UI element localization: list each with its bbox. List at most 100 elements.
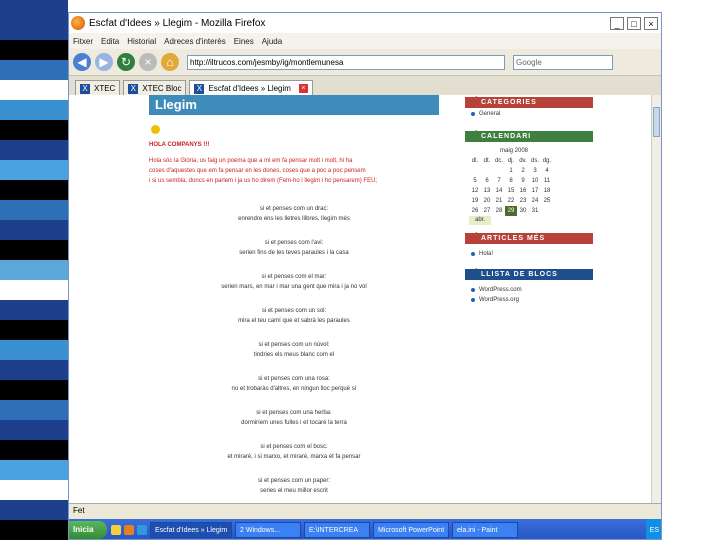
calendar-day[interactable]: 6 xyxy=(481,176,493,186)
scrollbar-thumb[interactable] xyxy=(653,107,660,137)
taskbar-item-powerpoint[interactable]: Microsoft PowerPoint xyxy=(373,522,449,538)
calendar-day[interactable]: 14 xyxy=(493,186,505,196)
calendar-day[interactable]: 3 xyxy=(529,166,541,176)
slide-decoration-block xyxy=(0,80,68,100)
slide-decoration-block xyxy=(0,60,68,80)
calendar-day[interactable]: 30 xyxy=(517,206,529,216)
slide-decoration-block xyxy=(0,500,68,520)
tab-xtec[interactable]: X XTEC xyxy=(75,80,121,96)
start-button[interactable]: Inicia xyxy=(69,521,107,539)
taskbar: Inicia Escfat d'Idees » Llegim 2 Windows… xyxy=(69,519,661,539)
post-area: Llegim HOLA COMPANYS !!! Hola sóc la Gló… xyxy=(149,95,439,503)
quick-launch-icon[interactable] xyxy=(124,525,134,535)
back-arrow-icon[interactable]: ◀ xyxy=(73,53,91,71)
navigation-toolbar: ◀ ▶ ↻ × ⌂ http://iltrucos.com/jesmby/ig/… xyxy=(69,49,661,76)
calendar-day[interactable]: 19 xyxy=(469,196,481,206)
calendar-day[interactable]: 10 xyxy=(529,176,541,186)
calendar-day[interactable]: 12 xyxy=(469,186,481,196)
menu-edit[interactable]: Edita xyxy=(101,37,119,46)
close-button[interactable]: × xyxy=(644,16,658,30)
calendar-day[interactable]: 11 xyxy=(541,176,553,186)
calendar-day[interactable]: 15 xyxy=(505,186,517,196)
category-general[interactable]: General xyxy=(465,109,593,119)
url-bar[interactable]: http://iltrucos.com/jesmby/ig/montlemune… xyxy=(187,54,505,70)
menu-tools[interactable]: Eines xyxy=(234,37,254,46)
poem-line: tindries els meus blanc com el xyxy=(253,352,335,358)
slide-decoration-block xyxy=(0,180,68,200)
quick-launch-icon[interactable] xyxy=(137,525,147,535)
system-tray: ES xyxy=(645,519,661,539)
calendar-week: 26 27 28 29 30 31 xyxy=(469,206,593,216)
sidebar: CATEGORIES General CALENDARI maig 2008 d… xyxy=(465,95,593,503)
search-placeholder: Google xyxy=(516,57,542,67)
window-title: Escfat d'Idees » Llegim - Mozilla Firefo… xyxy=(89,17,266,29)
forward-arrow-icon[interactable]: ▶ xyxy=(95,53,113,71)
calendar-day[interactable]: 28 xyxy=(493,206,505,216)
slide-decoration-block xyxy=(0,440,68,460)
slide-decoration-block xyxy=(0,480,68,500)
calendar-prev-link[interactable]: abr. xyxy=(469,216,492,225)
reload-icon[interactable]: ↻ xyxy=(117,53,135,71)
poem-line: si et penses com un núvol: xyxy=(258,342,330,348)
calendar-week: 19 20 21 22 23 24 25 xyxy=(469,196,593,206)
tab-llegim[interactable]: X Escfat d'Idees » Llegim × xyxy=(189,80,313,96)
quick-launch-icon[interactable] xyxy=(111,525,121,535)
menu-help[interactable]: Ajuda xyxy=(262,37,282,46)
blog-link-wordpress-com[interactable]: WordPress.com xyxy=(465,285,593,295)
xtec-icon: X xyxy=(80,83,90,94)
minimize-button[interactable]: _ xyxy=(610,16,624,30)
menu-history[interactable]: Historial xyxy=(127,37,156,46)
article-hola[interactable]: Hola! xyxy=(465,249,593,259)
calendar-day[interactable]: 26 xyxy=(469,206,481,216)
close-tab-icon[interactable]: × xyxy=(298,84,308,93)
calendar-day[interactable]: 21 xyxy=(493,196,505,206)
calendar-day[interactable]: 9 xyxy=(517,176,529,186)
slide-decoration-block xyxy=(0,280,68,300)
calendar-day[interactable]: 16 xyxy=(517,186,529,196)
menu-bar: Fitxer Edita Historial Adreces d'interès… xyxy=(69,33,661,49)
tray-language[interactable]: ES xyxy=(650,527,659,534)
taskbar-item-folder[interactable]: E:\INTERCREA xyxy=(304,522,370,538)
tab-xtec-bloc[interactable]: X XTEC Bloc xyxy=(123,80,187,96)
taskbar-item-windows[interactable]: 2 Windows... xyxy=(235,522,301,538)
calendar-day xyxy=(469,166,481,176)
status-bar: Fet xyxy=(69,503,661,517)
calendar-day[interactable]: 2 xyxy=(517,166,529,176)
calendar-day xyxy=(541,206,553,216)
stop-icon[interactable]: × xyxy=(139,53,157,71)
blog-link-wordpress-org[interactable]: WordPress.org xyxy=(465,295,593,305)
search-input[interactable]: Google xyxy=(513,54,613,70)
menu-file[interactable]: Fitxer xyxy=(73,37,93,46)
calendar-day[interactable]: 18 xyxy=(541,186,553,196)
calendar-day[interactable]: 1 xyxy=(505,166,517,176)
calendar-day[interactable]: 27 xyxy=(481,206,493,216)
calendar-day[interactable]: 7 xyxy=(493,176,505,186)
calendar-day[interactable]: 20 xyxy=(481,196,493,206)
taskbar-item-paint[interactable]: ela.ini - Paint xyxy=(452,522,518,538)
menu-bookmarks[interactable]: Adreces d'interès xyxy=(164,37,226,46)
calendar-day[interactable]: 22 xyxy=(505,196,517,206)
poem-line: serien fins de les teves paraules i la c… xyxy=(239,250,349,256)
calendar-day[interactable]: 29 xyxy=(505,206,517,216)
calendar-day[interactable]: 4 xyxy=(541,166,553,176)
calendar-day[interactable]: 23 xyxy=(517,196,529,206)
maximize-button[interactable]: □ xyxy=(627,16,641,30)
slide-decoration-block xyxy=(0,520,68,540)
home-icon[interactable]: ⌂ xyxy=(161,53,179,71)
slide-decoration-block xyxy=(0,260,68,280)
calendar-day[interactable]: 31 xyxy=(529,206,541,216)
calendar-day[interactable]: 17 xyxy=(529,186,541,196)
calendar-day[interactable]: 8 xyxy=(505,176,517,186)
slide-decoration-block xyxy=(0,120,68,140)
calendar-day-header: dv. xyxy=(519,158,527,164)
calendar-day[interactable]: 5 xyxy=(469,176,481,186)
vertical-scrollbar[interactable] xyxy=(651,95,661,503)
slide-decoration-block xyxy=(0,20,68,40)
taskbar-item-firefox[interactable]: Escfat d'Idees » Llegim xyxy=(150,522,232,538)
calendar-day[interactable]: 24 xyxy=(529,196,541,206)
calendar-day[interactable]: 25 xyxy=(541,196,553,206)
calendar-week: 12 13 14 15 16 17 18 xyxy=(469,186,593,196)
tab-strip: X XTEC X XTEC Bloc X Escfat d'Idees » Ll… xyxy=(69,76,661,97)
intro-line-2: coses d'aquestes que em fa pensar en les… xyxy=(149,168,366,174)
calendar-day[interactable]: 13 xyxy=(481,186,493,196)
